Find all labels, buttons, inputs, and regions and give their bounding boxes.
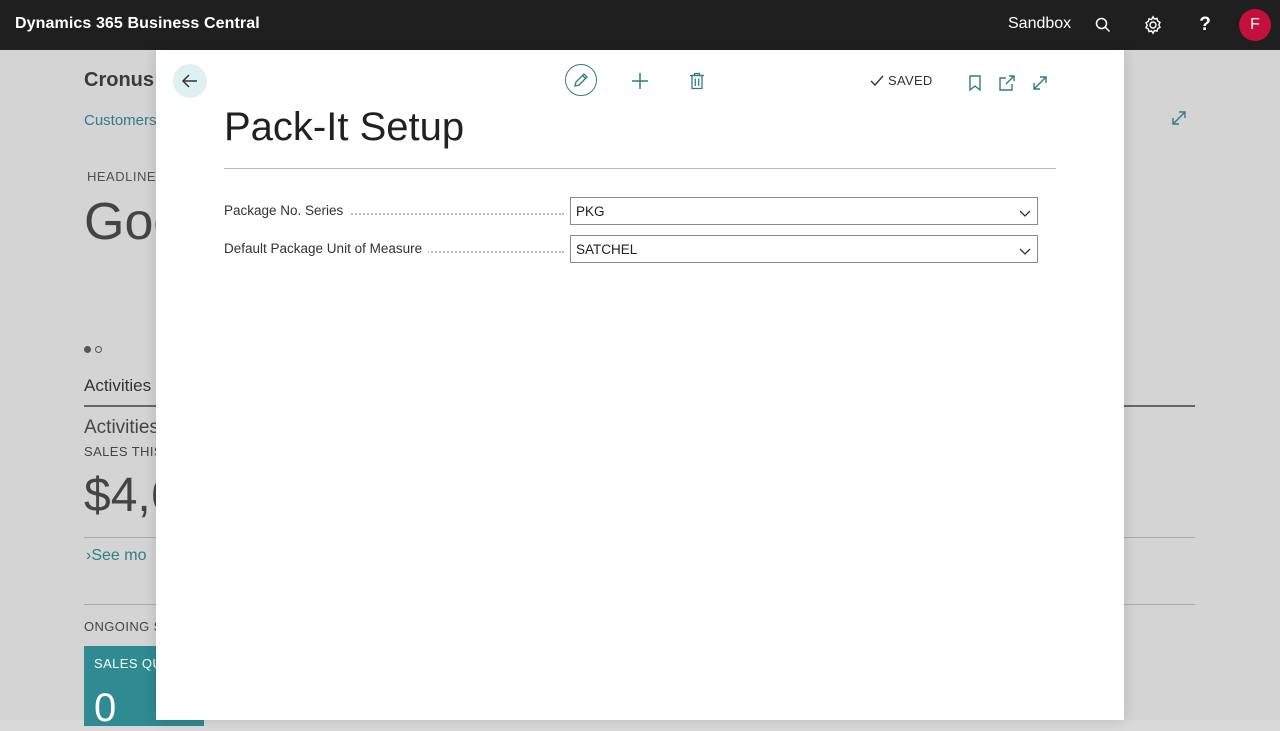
ongoing-label: ONGOING S	[84, 619, 163, 634]
field-label: Default Package Unit of Measure	[224, 241, 429, 256]
pager-dot[interactable]	[95, 346, 102, 353]
tile-value: 0	[94, 686, 117, 730]
field-value: SATCHEL	[576, 242, 638, 257]
field-package-no-series: Package No. Series PKG	[224, 197, 1038, 225]
checkmark-icon	[870, 75, 884, 86]
bookmark-button[interactable]	[966, 73, 984, 93]
delete-button[interactable]	[687, 71, 707, 91]
help-icon[interactable]: ?	[1193, 13, 1217, 37]
search-icon[interactable]	[1091, 13, 1115, 37]
nav-item-customers[interactable]: Customers	[84, 112, 157, 129]
field-label: Package No. Series	[224, 203, 350, 218]
environment-label: Sandbox	[1008, 15, 1072, 32]
title-divider	[224, 168, 1056, 169]
open-new-window-button[interactable]	[997, 73, 1017, 93]
see-more-link[interactable]: ›See mo	[86, 547, 146, 565]
package-no-series-input[interactable]: PKG	[570, 197, 1038, 225]
back-button[interactable]	[173, 64, 207, 98]
field-default-package-uom: Default Package Unit of Measure SATCHEL	[224, 235, 1038, 263]
sales-label: SALES THIS	[84, 444, 163, 459]
activities-subtitle: Activities	[84, 417, 159, 438]
plus-icon	[632, 73, 648, 89]
pager-dot-active[interactable]	[84, 346, 91, 353]
tile-label: SALES QU	[94, 656, 163, 671]
saved-label: SAVED	[888, 73, 933, 88]
page-title: Pack-It Setup	[224, 105, 465, 149]
new-button[interactable]	[630, 71, 650, 91]
expand-button[interactable]	[1030, 73, 1050, 93]
see-more-label: See mo	[91, 547, 147, 564]
activities-title: Activities	[84, 376, 152, 395]
headline-pager[interactable]	[84, 340, 106, 358]
saved-status: SAVED	[870, 73, 933, 88]
edit-button[interactable]	[565, 64, 597, 96]
expand-icon	[1033, 76, 1047, 90]
chevron-down-icon[interactable]	[1019, 206, 1031, 221]
app-bar: Dynamics 365 Business Central Sandbox ? …	[0, 0, 1280, 50]
setup-card: SAVED Pack-It Setup Package No. Series P…	[156, 50, 1124, 720]
app-title[interactable]: Dynamics 365 Business Central	[15, 15, 260, 33]
expand-icon[interactable]	[1170, 109, 1188, 132]
open-new-window-icon	[999, 75, 1015, 91]
chevron-down-icon[interactable]	[1019, 244, 1031, 259]
pencil-icon	[574, 73, 588, 87]
arrow-left-icon	[181, 74, 197, 88]
company-name: Cronus	[84, 69, 154, 91]
field-value: PKG	[576, 204, 605, 219]
default-package-uom-input[interactable]: SATCHEL	[570, 235, 1038, 263]
headline-label: HEADLINE	[87, 169, 157, 184]
bookmark-icon	[969, 75, 981, 91]
avatar[interactable]: F	[1239, 9, 1271, 41]
gear-icon[interactable]	[1141, 13, 1165, 37]
trash-icon	[690, 72, 704, 90]
